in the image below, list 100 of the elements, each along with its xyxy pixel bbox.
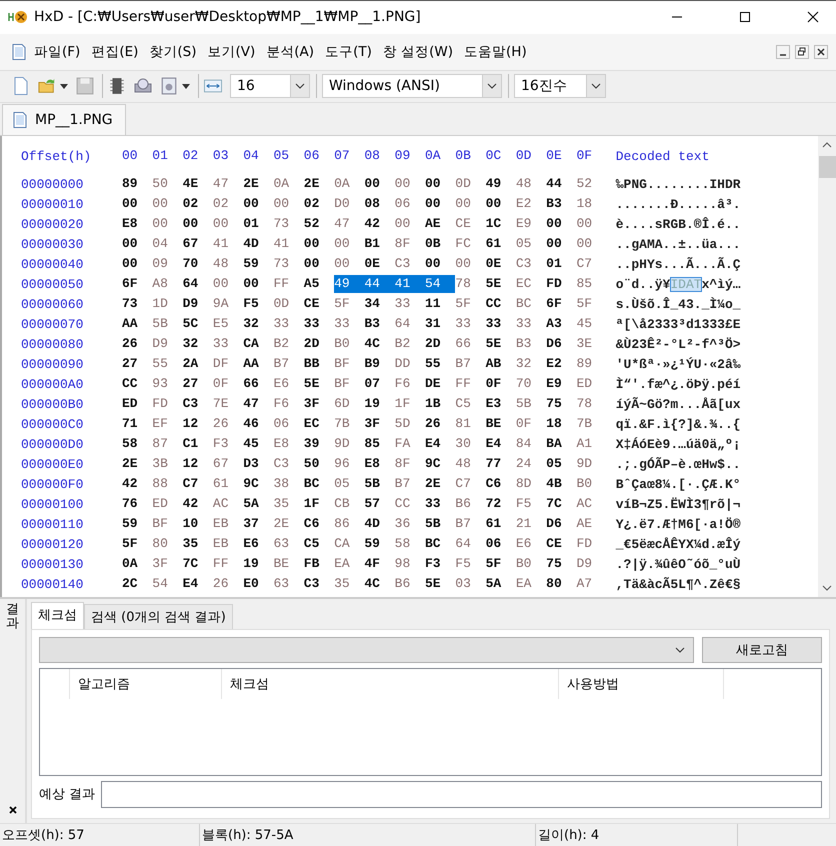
hex-byte[interactable]: CE (304, 295, 334, 314)
hex-byte[interactable]: 33 (212, 335, 244, 354)
hex-byte[interactable]: B6 (394, 575, 425, 594)
hex-byte[interactable]: BF (152, 515, 183, 534)
hex-byte[interactable]: 87 (152, 435, 183, 454)
hex-byte[interactable]: E6 (273, 375, 304, 394)
hex-byte[interactable]: 06 (273, 415, 304, 434)
minimize-icon[interactable] (776, 44, 790, 59)
hex-byte[interactable]: 00 (334, 255, 364, 274)
hex-byte[interactable]: 2D (424, 335, 456, 354)
hex-byte[interactable]: CA (334, 535, 364, 554)
panel-tab[interactable]: 검색 (0개의 검색 결과) (84, 604, 233, 629)
decoded-text[interactable]: è....sRGB.®Î.é.. (616, 216, 741, 232)
scroll-down-icon[interactable] (822, 584, 832, 591)
hex-byte[interactable]: 55 (152, 355, 183, 374)
hex-byte[interactable]: 0A (273, 175, 304, 194)
hex-byte[interactable]: 1D (152, 295, 183, 314)
hex-byte[interactable]: BC (424, 535, 456, 554)
hex-byte[interactable]: B3 (546, 195, 576, 214)
hex-byte[interactable]: 45 (243, 435, 274, 454)
hex-byte[interactable]: 33 (394, 295, 425, 314)
hex-byte[interactable]: 96 (334, 455, 364, 474)
hex-byte[interactable]: DD (394, 355, 425, 374)
hex-byte[interactable]: 5B (364, 475, 395, 494)
hex-byte[interactable]: AE (576, 515, 607, 534)
hex-byte[interactable]: 75 (546, 395, 576, 414)
hex-byte[interactable]: AC (212, 495, 244, 514)
hex-byte[interactable]: E2 (516, 195, 546, 214)
hex-byte[interactable]: 2E (243, 175, 274, 194)
hex-byte[interactable]: FD (576, 535, 607, 554)
hex-byte[interactable]: 2E (273, 515, 304, 534)
hex-byte[interactable]: 73 (273, 255, 304, 274)
hex-byte[interactable]: B3 (516, 335, 546, 354)
hex-byte[interactable]: C3 (182, 395, 213, 414)
hex-byte[interactable]: E6 (243, 535, 274, 554)
decoded-text[interactable]: _€5ëæcÅÊYX¼d.æÎý (616, 536, 741, 552)
hex-byte[interactable]: 0D (273, 295, 304, 314)
hex-byte[interactable]: A1 (576, 435, 607, 454)
hex-byte[interactable]: 49 (486, 175, 516, 194)
hex-byte[interactable]: 41 (394, 275, 425, 294)
hex-byte[interactable]: B1 (364, 235, 395, 254)
hex-byte[interactable]: C3 (304, 575, 334, 594)
hex-byte[interactable]: 45 (576, 315, 607, 334)
hex-byte[interactable]: 09 (152, 255, 183, 274)
hex-byte[interactable]: 89 (122, 175, 152, 194)
caret-icon[interactable] (60, 84, 68, 89)
menu-item[interactable]: 분석(A) (266, 42, 314, 61)
hex-byte[interactable]: EF (152, 415, 183, 434)
hex-byte[interactable]: 00 (424, 175, 456, 194)
hex-byte[interactable]: BB (304, 355, 334, 374)
hex-byte[interactable]: 47 (212, 175, 244, 194)
decoded-text[interactable]: x^ìý… (702, 276, 741, 292)
hex-byte[interactable]: 2C (122, 575, 152, 594)
hex-byte[interactable]: 5E (486, 275, 516, 294)
hex-byte[interactable]: E0 (243, 575, 274, 594)
decoded-text[interactable]: o¨d..ÿ¥ (616, 276, 670, 292)
hex-byte[interactable]: C7 (182, 475, 213, 494)
hex-byte[interactable]: 00 (152, 195, 183, 214)
offset-base-dropdown[interactable]: 16진수 (514, 74, 606, 98)
scroll-up-icon[interactable] (822, 142, 832, 148)
column-header[interactable]: 알고리즘 (70, 668, 222, 699)
hex-byte[interactable]: C3 (516, 255, 546, 274)
decoded-text[interactable]: Ì“'.fæ^¿.öÞÿ.péí (616, 376, 741, 392)
hex-byte[interactable]: 48 (516, 175, 546, 194)
hex-byte[interactable]: 42 (364, 215, 395, 234)
decoded-text[interactable]: ..pHYs...Ã...Ã.Ç (616, 256, 741, 272)
memory-chip-icon[interactable] (108, 77, 126, 96)
hex-byte[interactable]: 02 (212, 195, 244, 214)
hex-byte[interactable]: 84 (516, 435, 546, 454)
hex-byte[interactable]: 2E (424, 475, 456, 494)
hex-byte[interactable]: BC (516, 295, 546, 314)
hex-byte[interactable]: 73 (273, 215, 304, 234)
hex-byte[interactable]: 00 (122, 195, 152, 214)
hex-byte[interactable]: 54 (152, 575, 183, 594)
hex-byte[interactable]: 33 (334, 315, 364, 334)
hex-byte[interactable]: 7C (182, 555, 213, 574)
hex-byte[interactable]: CA (243, 335, 274, 354)
hex-byte[interactable]: C1 (182, 435, 213, 454)
hex-byte[interactable]: AB (486, 355, 516, 374)
hex-byte[interactable]: E4 (424, 435, 456, 454)
hex-byte[interactable]: 30 (455, 435, 486, 454)
hex-byte[interactable]: 0F (486, 375, 516, 394)
hex-byte[interactable]: 85 (364, 435, 395, 454)
hex-byte[interactable]: 48 (212, 255, 244, 274)
menu-item[interactable]: 파일(F) (34, 42, 80, 61)
hex-byte[interactable]: 05 (546, 455, 576, 474)
hex-byte[interactable]: 00 (394, 215, 425, 234)
hex-byte[interactable]: B6 (455, 495, 486, 514)
hex-byte[interactable]: 52 (304, 215, 334, 234)
hex-byte[interactable]: 36 (394, 515, 425, 534)
hex-byte[interactable]: DE (424, 375, 456, 394)
hex-byte[interactable]: 02 (304, 195, 334, 214)
hex-byte[interactable]: ED (122, 395, 152, 414)
decoded-text[interactable]: BˆÇaœ8¼.[·.ÇÆ.K° (616, 476, 741, 492)
expected-result-field[interactable] (101, 780, 822, 808)
hex-byte[interactable]: 8F (394, 455, 425, 474)
menu-item[interactable]: 찾기(S) (149, 42, 196, 61)
hex-byte[interactable]: FF (212, 555, 244, 574)
hex-byte[interactable]: 49 (334, 275, 364, 294)
hex-byte[interactable]: 78 (455, 275, 486, 294)
